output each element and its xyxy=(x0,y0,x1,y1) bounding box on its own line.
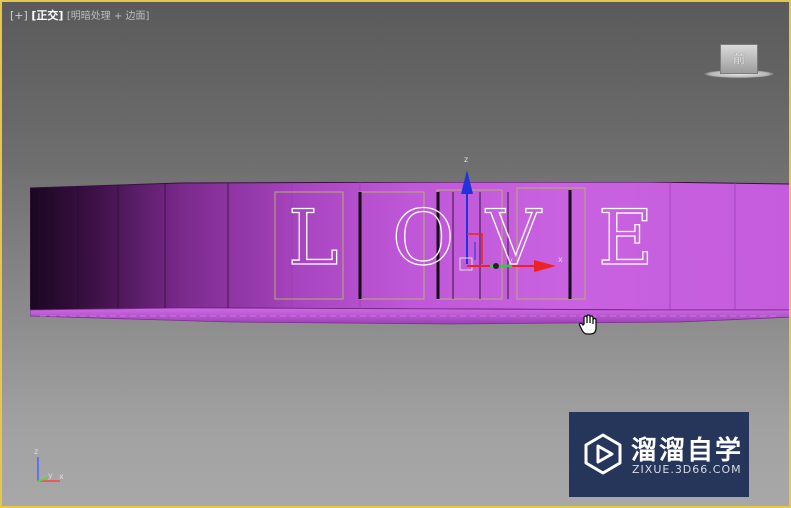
play-logo-icon xyxy=(584,433,622,475)
tripod-y-label: y xyxy=(48,471,53,480)
viewport-view-label[interactable]: [正交] xyxy=(31,9,63,22)
ring-letter-4: E xyxy=(597,193,654,282)
move-transform-gizmo[interactable]: z y x xyxy=(442,152,582,282)
viewcube[interactable]: 前 xyxy=(702,42,774,82)
hand-pan-icon xyxy=(578,314,598,336)
gizmo-y-label: y xyxy=(508,256,513,265)
orthographic-viewport[interactable]: [+] [正交] [明暗处理 + 边面] 前 L O V E z y x z y… xyxy=(0,0,791,508)
watermark-url: ZIXUE.3D66.COM xyxy=(632,463,742,476)
tripod-x-label: x xyxy=(59,472,64,481)
tripod-z-label: z xyxy=(34,447,39,456)
viewport-label[interactable]: [+] [正交] [明暗处理 + 边面] xyxy=(10,7,149,23)
watermark-badge: 溜溜自学 ZIXUE.3D66.COM xyxy=(569,412,749,497)
gizmo-x-label: x xyxy=(558,255,563,264)
world-axis-tripod: z y x xyxy=(30,445,70,487)
viewcube-front-face[interactable]: 前 xyxy=(720,44,758,74)
ring-letter-1: L xyxy=(287,193,339,282)
viewport-menu-plus[interactable]: [+] xyxy=(10,9,28,22)
viewport-shading-label[interactable]: [明暗处理 + 边面] xyxy=(67,11,150,22)
gizmo-z-label: z xyxy=(464,155,469,164)
watermark-name: 溜溜自学 xyxy=(631,436,744,466)
ring-object[interactable]: L O V E xyxy=(30,182,789,327)
